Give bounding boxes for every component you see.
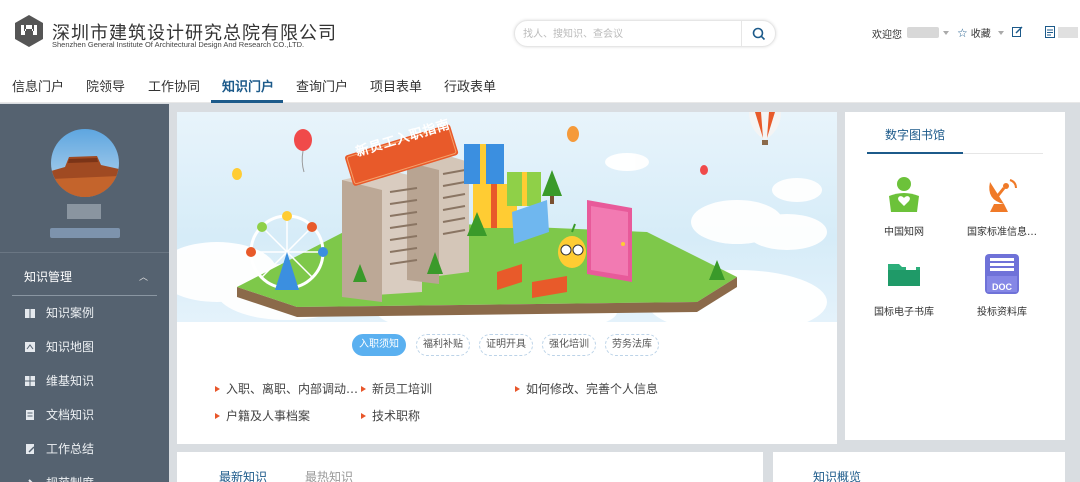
library-item-label: 投标资料库 — [977, 307, 1027, 318]
sidebar-item-wiki[interactable]: 维基知识 — [24, 372, 94, 389]
guide-link-household[interactable]: 户籍及人事档案 — [215, 407, 310, 424]
user-caret-icon[interactable] — [943, 31, 949, 35]
tab-training[interactable]: 强化培训 — [542, 334, 596, 356]
knowledge-list-panel: 最新知识 最热知识 — [177, 452, 763, 482]
nav-item-collaboration[interactable]: 工作协同 — [148, 76, 200, 95]
search-icon — [752, 27, 765, 40]
folder-icon — [888, 262, 920, 286]
tab-hot-knowledge[interactable]: 最热知识 — [305, 468, 353, 482]
search-box — [514, 20, 776, 47]
guide-link-label: 户籍及人事档案 — [226, 409, 311, 423]
book-icon — [25, 308, 35, 318]
library-item-ebooks[interactable]: 国标电子书库 — [859, 254, 949, 318]
satellite-dish-icon — [989, 179, 1017, 212]
sidebar-item-label: 工作总结 — [46, 442, 95, 456]
knowledge-overview-panel: 知识概览 — [773, 452, 1065, 482]
chevron-up-icon[interactable]: ︿ — [139, 270, 148, 283]
arrow-right-icon — [361, 412, 366, 419]
sidebar-item-cases[interactable]: 知识案例 — [24, 304, 94, 321]
guide-link-label: 新员工培训 — [372, 382, 433, 396]
library-item-national-standards[interactable]: 国家标准信息… — [957, 174, 1047, 238]
nav-item-info-portal[interactable]: 信息门户 — [12, 76, 64, 95]
divider — [963, 153, 1043, 154]
library-item-bidding[interactable]: DOC 投标资料库 — [957, 254, 1047, 318]
nav-item-knowledge-portal[interactable]: 知识门户 — [222, 76, 274, 95]
sidebar-item-regulations[interactable]: 规范制度 — [24, 474, 94, 482]
guide-link-label: 如何修改、完善个人信息 — [526, 382, 659, 396]
guide-link-label: 入职、离职、内部调动… — [226, 382, 359, 396]
sidebar-section-title[interactable]: 知识管理 — [24, 268, 72, 285]
library-item-cnki[interactable]: 中国知网 — [859, 174, 949, 238]
document-icon[interactable] — [1045, 26, 1055, 38]
library-item-label: 国标电子书库 — [874, 307, 934, 318]
user-link-obscured[interactable] — [50, 228, 120, 238]
guide-link-title[interactable]: 技术职称 — [361, 407, 420, 424]
sidebar-item-map[interactable]: 知识地图 — [24, 338, 94, 355]
digital-library-panel: 数字图书馆 中国知网 国家标准信息… 国标电子书库 DOC 投标资料库 — [845, 112, 1065, 440]
tab-latest-knowledge[interactable]: 最新知识 — [219, 468, 267, 482]
username-obscured[interactable] — [907, 27, 939, 38]
welcome-text: 欢迎您 — [872, 30, 902, 41]
library-title[interactable]: 数字图书馆 — [885, 126, 945, 143]
edit-icon[interactable] — [1012, 26, 1023, 37]
edit-document-icon — [26, 443, 35, 454]
nav-item-query-portal[interactable]: 查询门户 — [296, 76, 348, 95]
arrow-right-icon — [515, 385, 520, 392]
nav-item-admin-forms[interactable]: 行政表单 — [444, 76, 496, 95]
guide-link-profile[interactable]: 如何修改、完善个人信息 — [515, 380, 658, 397]
guide-link-training[interactable]: 新员工培训 — [361, 380, 432, 397]
favorites-caret-icon[interactable] — [998, 31, 1004, 35]
guide-link-onboarding[interactable]: 入职、离职、内部调动… — [215, 380, 358, 397]
arrow-right-icon — [215, 385, 220, 392]
sidebar-item-summary[interactable]: 工作总结 — [24, 440, 94, 457]
sidebar-item-label: 维基知识 — [46, 374, 95, 388]
avatar[interactable] — [51, 129, 119, 197]
obscured-text — [1058, 27, 1078, 38]
star-icon: ☆ — [957, 25, 968, 40]
guide-link-label: 技术职称 — [372, 409, 421, 423]
doc-label: DOC — [992, 282, 1012, 292]
main-nav: 信息门户 院领导 工作协同 知识门户 查询门户 项目表单 行政表单 — [0, 68, 1080, 103]
onboarding-panel: 新员工入职指南 入职须知 福利补贴 证明开具 强化培训 劳务法库 入职、离职、内… — [177, 112, 837, 444]
grid-icon — [25, 375, 35, 386]
sidebar-item-label: 文档知识 — [46, 408, 95, 422]
arrow-right-icon — [361, 385, 366, 392]
tab-benefits[interactable]: 福利补贴 — [416, 334, 470, 356]
tools-icon — [28, 478, 33, 482]
document-icon — [26, 409, 34, 420]
library-item-label: 中国知网 — [884, 227, 924, 238]
sidebar-item-label: 规范制度 — [46, 474, 94, 482]
cnki-icon — [889, 177, 919, 212]
knowledge-overview-title[interactable]: 知识概览 — [813, 468, 861, 482]
sidebar-item-label: 知识案例 — [46, 306, 95, 320]
nav-active-indicator — [211, 100, 283, 103]
divider — [0, 252, 169, 253]
username-obscured — [67, 204, 101, 219]
banner-illustration[interactable]: 新员工入职指南 — [177, 112, 837, 322]
nav-item-leadership[interactable]: 院领导 — [86, 76, 125, 95]
tab-certificates[interactable]: 证明开具 — [479, 334, 533, 356]
sidebar-item-documents[interactable]: 文档知识 — [24, 406, 94, 423]
search-button[interactable] — [741, 21, 775, 46]
tab-onboarding-notice[interactable]: 入职须知 — [352, 334, 406, 356]
arrow-right-icon — [215, 412, 220, 419]
search-input[interactable] — [523, 25, 743, 43]
library-item-label: 国家标准信息… — [967, 227, 1037, 238]
favorites-label: 收藏 — [970, 29, 991, 40]
company-logo[interactable] — [12, 14, 46, 48]
library-tab-indicator — [867, 152, 963, 154]
brand-name-english: Shenzhen General Institute Of Architectu… — [52, 40, 305, 49]
favorites-menu[interactable]: ☆ 收藏 — [957, 25, 991, 41]
tab-labor-law[interactable]: 劳务法库 — [605, 334, 659, 356]
nav-item-project-forms[interactable]: 项目表单 — [370, 76, 422, 95]
header: 深圳市建筑设计研究总院有限公司 Shenzhen General Institu… — [0, 0, 1080, 68]
sidebar-item-label: 知识地图 — [46, 340, 95, 354]
sidebar: 知识管理 ︿ 知识案例 知识地图 维基知识 文档知识 工作总结 规范制度 — [0, 104, 169, 482]
divider — [12, 295, 157, 296]
map-icon — [25, 341, 35, 352]
